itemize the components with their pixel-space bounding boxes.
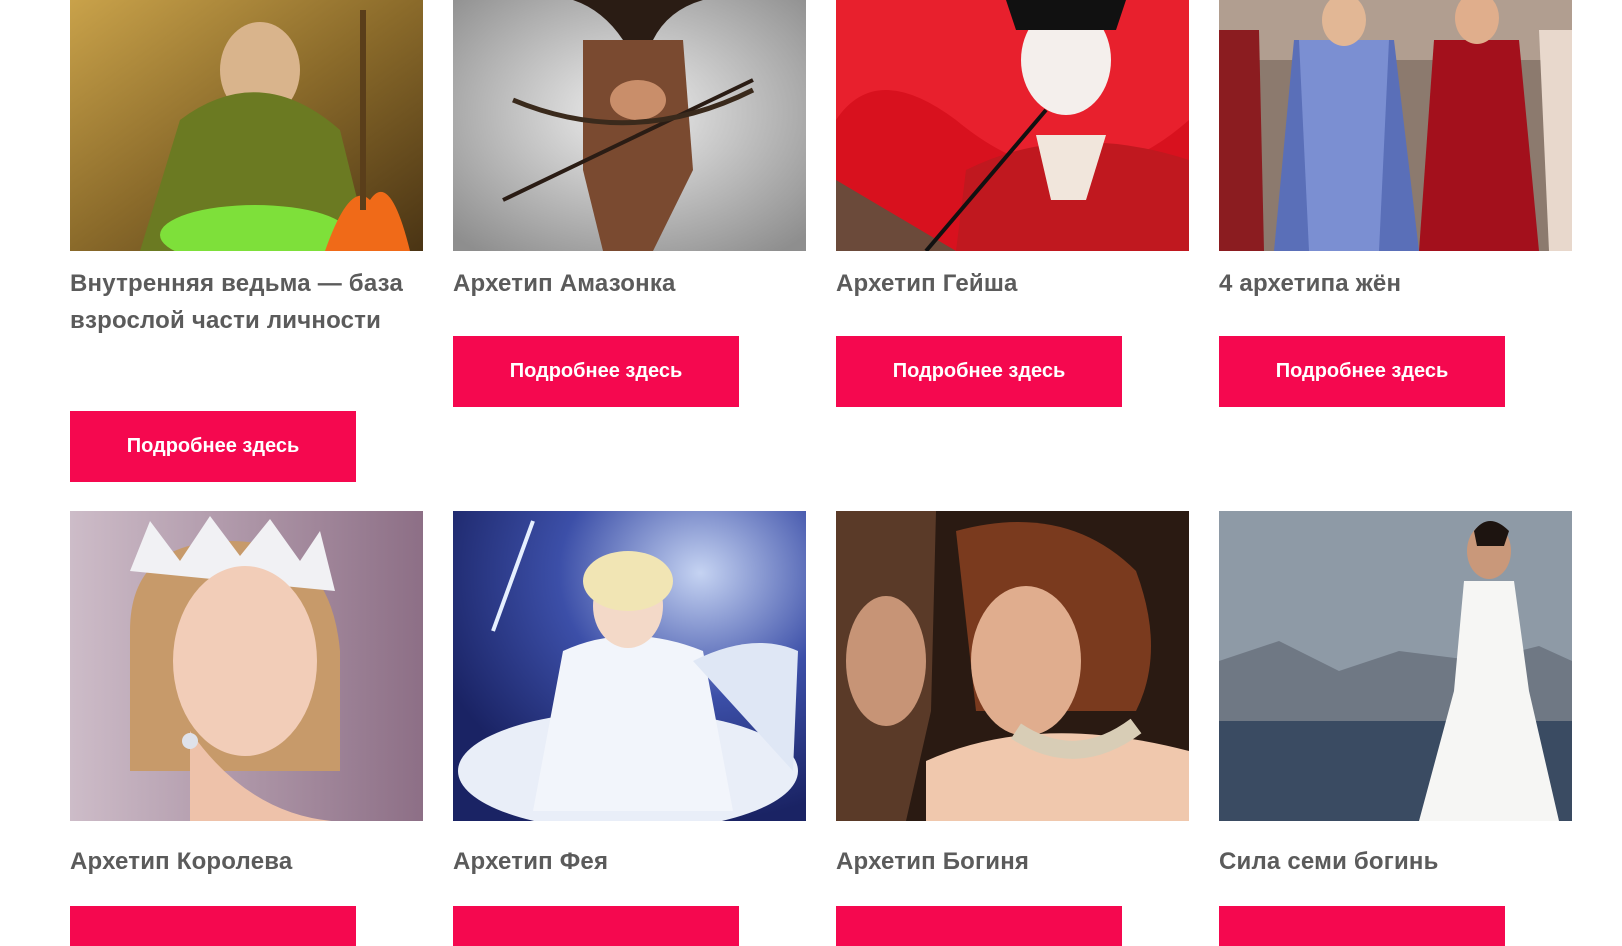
card-image[interactable] <box>453 511 806 821</box>
details-button[interactable] <box>1219 906 1505 946</box>
card-goddess: Архетип Богиня <box>836 511 1189 946</box>
details-button[interactable]: Подробнее здесь <box>453 336 739 407</box>
details-button[interactable] <box>836 906 1122 946</box>
archetype-grid: Внутренняя ведьма — база взрослой части … <box>0 0 1622 946</box>
card-title[interactable]: Архетип Гейша <box>836 265 1189 302</box>
details-button[interactable]: Подробнее здесь <box>836 336 1122 407</box>
card-image[interactable] <box>1219 0 1572 251</box>
card-image[interactable] <box>836 0 1189 251</box>
card-title[interactable]: Архетип Амазонка <box>453 265 806 302</box>
card-fairy: Архетип Фея <box>453 511 806 946</box>
card-image[interactable] <box>1219 511 1572 821</box>
card-geisha: Архетип Гейша Подробнее здесь <box>836 0 1189 407</box>
card-title[interactable]: Архетип Королева <box>70 843 423 880</box>
details-button[interactable] <box>70 906 356 946</box>
card-image[interactable] <box>453 0 806 251</box>
details-button[interactable] <box>453 906 739 946</box>
card-title[interactable]: Архетип Богиня <box>836 843 1189 880</box>
card-queen: Архетип Королева <box>70 511 423 946</box>
card-title[interactable]: 4 архетипа жён <box>1219 265 1572 302</box>
card-four-wives: 4 архетипа жён Подробнее здесь <box>1219 0 1572 407</box>
details-button[interactable]: Подробнее здесь <box>1219 336 1505 407</box>
card-title[interactable]: Архетип Фея <box>453 843 806 880</box>
details-button[interactable]: Подробнее здесь <box>70 411 356 482</box>
card-image[interactable] <box>70 0 423 251</box>
card-seven-goddesses: Сила семи богинь <box>1219 511 1572 946</box>
card-amazon: Архетип Амазонка Подробнее здесь <box>453 0 806 407</box>
card-title[interactable]: Сила семи богинь <box>1219 843 1572 880</box>
card-image[interactable] <box>836 511 1189 821</box>
card-title[interactable]: Внутренняя ведьма — база взрослой части … <box>70 265 423 339</box>
card-image[interactable] <box>70 511 423 821</box>
card-inner-witch: Внутренняя ведьма — база взрослой части … <box>70 0 423 482</box>
